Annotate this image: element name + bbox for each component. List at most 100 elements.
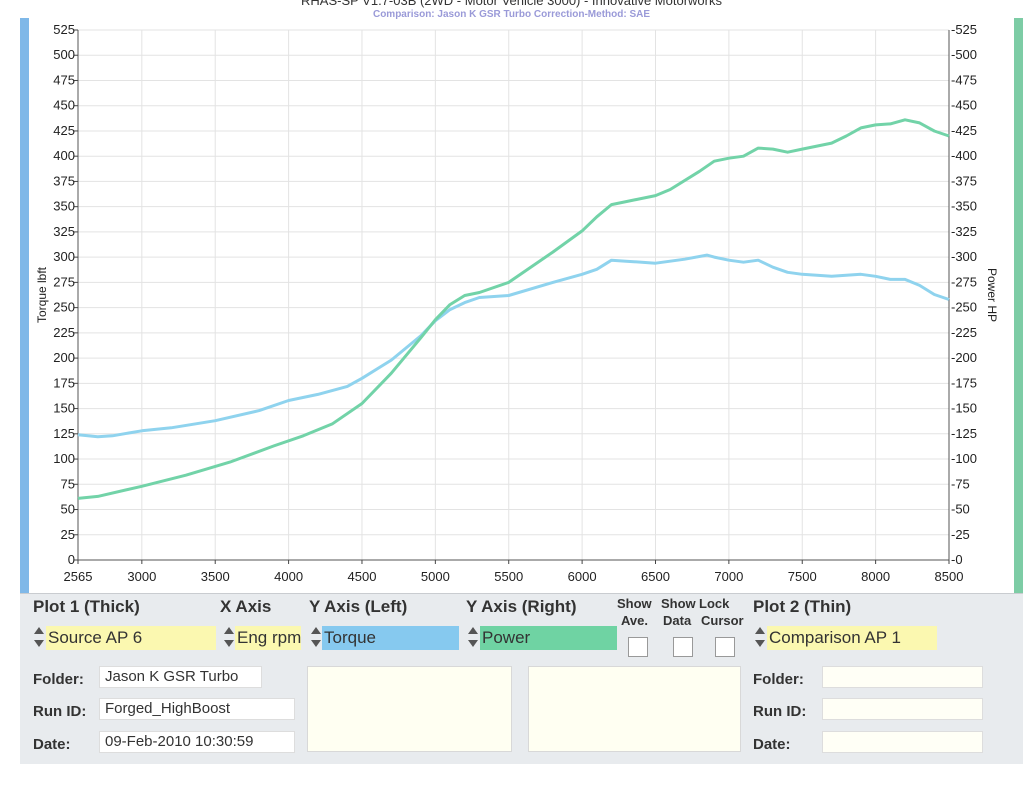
plot1-runid-field[interactable]: Forged_HighBoost: [99, 698, 295, 720]
x-tick-label: 7000: [714, 569, 743, 584]
right-axis-ticks: -0 -25 -50 -75 -100 -125 -150 -175 -200 -225 -250 -…: [951, 22, 977, 567]
y-left-tick-label: 275: [53, 274, 75, 289]
y-left-tick-label: 475: [53, 72, 75, 87]
y-left-tick-label: 0: [68, 552, 75, 567]
plot1-heading: Plot 1 (Thick): [33, 597, 140, 616]
y-left-tick-label: 200: [53, 350, 75, 365]
y-right-tick-label: -350: [951, 199, 977, 214]
x-tick-label: 4500: [348, 569, 377, 584]
x-axis-select[interactable]: Eng rpm: [235, 626, 301, 650]
y-right-tick-label: -225: [951, 325, 977, 340]
y-left-tick-label: 400: [53, 148, 75, 163]
y-axis-left-select[interactable]: Torque: [322, 626, 459, 650]
left-axis-ticks: 0 25 50 75 100 125 150 175 200 225 250 275 300 325 350…: [53, 22, 78, 567]
plot2-runid-field[interactable]: [822, 698, 983, 720]
y-axis-right-label: Power HP: [985, 268, 999, 322]
y-left-tick-label: 325: [53, 224, 75, 239]
show-data-checkbox[interactable]: [673, 637, 693, 657]
y-right-tick-label: -400: [951, 148, 977, 163]
y-left-tick-label: 125: [53, 426, 75, 441]
plot1-folder-field[interactable]: Jason K GSR Turbo: [99, 666, 262, 688]
show-ave-checkbox[interactable]: [628, 637, 648, 657]
y-right-tick-label: -50: [951, 502, 970, 517]
plot2-notes-box[interactable]: [528, 666, 741, 752]
y-left-tick-label: 250: [53, 300, 75, 315]
x-tick-label: 7500: [788, 569, 817, 584]
plot2-heading: Plot 2 (Thin): [753, 597, 852, 616]
y-axis-left-label: Torque lbft: [35, 266, 49, 323]
y-right-tick-label: -100: [951, 451, 977, 466]
yleft-spinner-icon[interactable]: [310, 625, 322, 651]
y-right-tick-label: -25: [951, 527, 970, 542]
y-right-tick-label: -75: [951, 476, 970, 491]
lock-cursor-checkbox[interactable]: [715, 637, 735, 657]
x-tick-label: 8500: [935, 569, 964, 584]
plot1-date-label: Date:: [33, 736, 71, 753]
y-right-tick-label: -475: [951, 72, 977, 87]
x-tick-label: 4000: [274, 569, 303, 584]
x-tick-label: 8000: [861, 569, 890, 584]
y-right-tick-label: -500: [951, 47, 977, 62]
xaxis-spinner-icon[interactable]: [223, 625, 235, 651]
y-left-tick-label: 75: [61, 476, 75, 491]
y-right-tick-label: -275: [951, 274, 977, 289]
y-left-tick-label: 350: [53, 199, 75, 214]
y-left-tick-label: 450: [53, 98, 75, 113]
plot2-folder-field[interactable]: [822, 666, 983, 688]
y-left-tick-label: 300: [53, 249, 75, 264]
y-left-tick-label: 25: [61, 527, 75, 542]
y-left-tick-label: 225: [53, 325, 75, 340]
plot2-source-select[interactable]: Comparison AP 1: [767, 626, 937, 650]
plot1-notes-box[interactable]: [307, 666, 512, 752]
plot1-source-select[interactable]: Source AP 6: [46, 626, 216, 650]
y-right-tick-label: -375: [951, 173, 977, 188]
y-axis-right-heading: Y Axis (Right): [466, 597, 577, 616]
y-right-tick-label: -150: [951, 401, 977, 416]
show-ave-label-line2: Ave.: [621, 613, 648, 628]
y-left-tick-label: 175: [53, 375, 75, 390]
y-right-tick-label: -0: [951, 552, 963, 567]
show-ave-label-line1: Show: [617, 596, 652, 611]
y-left-tick-label: 525: [53, 22, 75, 37]
series-line-power: [77, 118, 950, 500]
y-left-tick-label: 150: [53, 401, 75, 416]
y-right-tick-label: -300: [951, 249, 977, 264]
plot1-date-field[interactable]: 09-Feb-2010 10:30:59: [99, 731, 295, 753]
y-right-tick-label: -425: [951, 123, 977, 138]
x-axis-heading: X Axis: [220, 597, 272, 616]
plot2-runid-label: Run ID:: [753, 703, 807, 720]
chart-series: [77, 118, 950, 500]
y-right-tick-label: -200: [951, 350, 977, 365]
plot2-spinner-icon[interactable]: [754, 625, 766, 651]
show-data-label-line1: Show: [661, 596, 696, 611]
y-axis-left-heading: Y Axis (Left): [309, 597, 408, 616]
y-left-tick-label: 375: [53, 173, 75, 188]
show-data-label-line2: Data: [663, 613, 692, 628]
y-left-tick-label: 100: [53, 451, 75, 466]
x-tick-label: 5500: [494, 569, 523, 584]
y-right-tick-label: -325: [951, 224, 977, 239]
plot1-spinner-icon[interactable]: [33, 625, 45, 651]
x-tick-label: 3500: [201, 569, 230, 584]
plot2-folder-label: Folder:: [753, 671, 804, 688]
lock-cursor-label-line2: Cursor: [701, 613, 744, 628]
plot1-runid-label: Run ID:: [33, 703, 87, 720]
x-axis-ticks: 2565 3000 3500 4000 4500 5000 5500 6000 6500 7000…: [64, 560, 964, 584]
y-axis-right-select[interactable]: Power: [480, 626, 617, 650]
y-left-tick-label: 425: [53, 123, 75, 138]
y-right-tick-label: -175: [951, 375, 977, 390]
y-left-tick-label: 50: [61, 502, 75, 517]
plot2-date-field[interactable]: [822, 731, 983, 753]
x-tick-label: 3000: [127, 569, 156, 584]
x-tick-label: 5000: [421, 569, 450, 584]
yright-spinner-icon[interactable]: [467, 625, 479, 651]
y-right-tick-label: -250: [951, 300, 977, 315]
plot2-date-label: Date:: [753, 736, 791, 753]
y-left-tick-label: 500: [53, 47, 75, 62]
plot1-folder-label: Folder:: [33, 671, 84, 688]
lock-cursor-label-line1: Lock: [699, 596, 730, 611]
y-right-tick-label: -450: [951, 98, 977, 113]
x-tick-label: 6000: [568, 569, 597, 584]
y-right-tick-label: -525: [951, 22, 977, 37]
x-tick-label: 6500: [641, 569, 670, 584]
